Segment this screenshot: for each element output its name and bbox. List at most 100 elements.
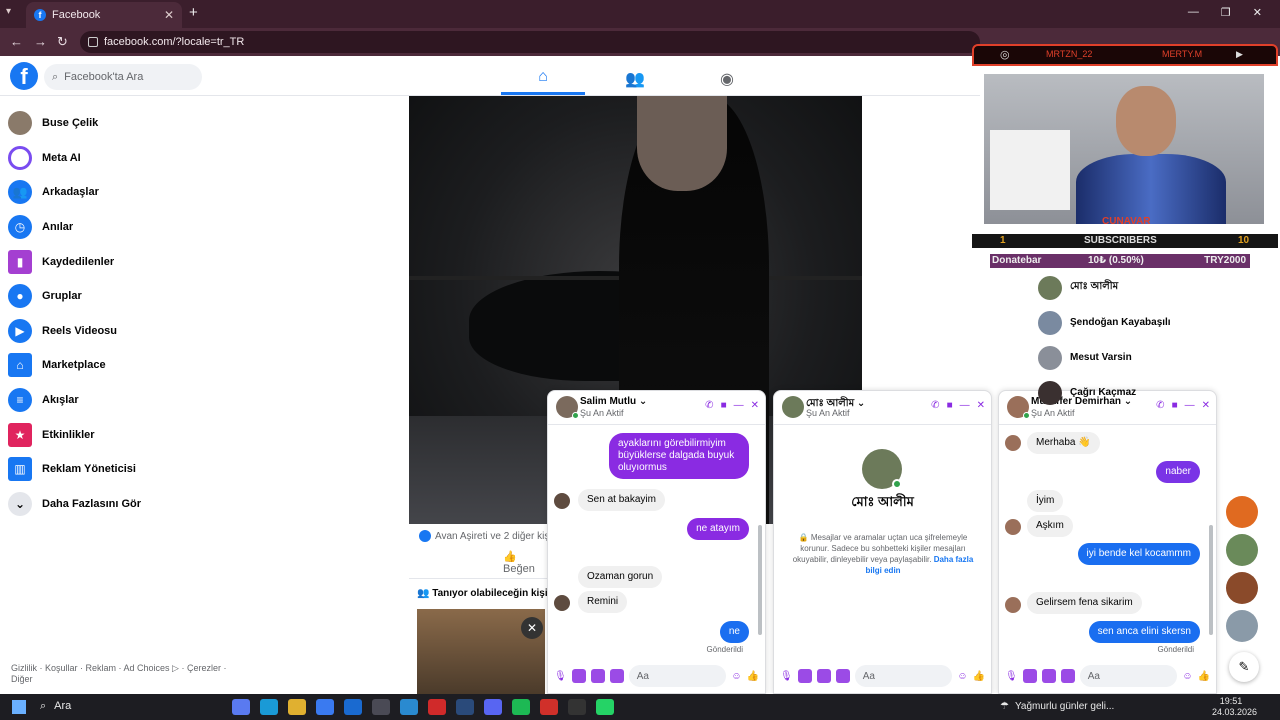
sidebar-item-memories[interactable]: ◷ Anılar <box>8 210 298 245</box>
message-input[interactable]: Aa <box>628 665 727 687</box>
sidebar-item-events[interactable]: ★ Etkinlikler <box>8 417 298 452</box>
close-window-icon[interactable]: ✕ <box>1253 6 1262 19</box>
facebook-logo-icon[interactable]: f <box>10 62 38 90</box>
sidebar-item-saved[interactable]: ▮ Kaydedilenler <box>8 244 298 279</box>
tab-search-icon[interactable]: ▾ <box>6 6 11 17</box>
minimize-icon[interactable]: — <box>1188 6 1199 19</box>
copilot-icon[interactable] <box>232 699 250 715</box>
lock-icon: 🔒 <box>798 533 811 542</box>
image-icon[interactable] <box>1022 669 1037 683</box>
steam-icon[interactable] <box>456 699 474 715</box>
sidebar-item-marketplace[interactable]: ⌂ Marketplace <box>8 348 298 383</box>
sidebar-item-reels[interactable]: ▶ Reels Videosu <box>8 314 298 349</box>
back-icon[interactable]: ← <box>10 34 23 49</box>
scrollbar[interactable] <box>758 525 762 635</box>
sidebar-item-see-more[interactable]: ⌄ Daha Fazlasını Gör <box>8 487 298 522</box>
file-explorer-icon[interactable] <box>288 699 306 715</box>
chat-head-bubble[interactable] <box>1226 610 1258 642</box>
outlook-icon[interactable] <box>344 699 362 715</box>
gif-icon[interactable] <box>1060 669 1075 683</box>
emoji-icon[interactable]: ☺ <box>1182 671 1192 682</box>
message-input[interactable]: Aa <box>1079 665 1178 687</box>
close-tab-icon[interactable]: ✕ <box>164 8 174 22</box>
image-icon[interactable] <box>571 669 586 683</box>
emoji-icon[interactable]: ☺ <box>957 671 967 682</box>
nav-home-icon[interactable]: ⌂ <box>501 62 585 95</box>
nav-groups-icon[interactable]: ◉ <box>685 62 769 95</box>
chat-head-bubble[interactable] <box>1226 572 1258 604</box>
phone-icon[interactable]: ✆ <box>705 400 713 411</box>
avatar <box>1005 519 1021 535</box>
chat-contact-name[interactable]: Salim Mutlu ⌄ <box>580 396 647 407</box>
contact-item[interactable]: Şendoğan Kayabaşılı <box>1038 305 1238 340</box>
edge-icon[interactable] <box>260 699 278 715</box>
url-field[interactable]: facebook.com/?locale=tr_TR <box>80 31 980 53</box>
browser-tab[interactable]: f Facebook ✕ <box>26 2 182 28</box>
sidebar-item-groups[interactable]: ● Gruplar <box>8 279 298 314</box>
emoji-icon[interactable]: ☺ <box>731 671 741 682</box>
chat-head-bubble[interactable] <box>1226 496 1258 528</box>
sidebar-item-ads-manager[interactable]: ▥ Reklam Yöneticisi <box>8 452 298 487</box>
new-tab-button[interactable]: + <box>189 4 198 21</box>
discord-icon[interactable] <box>484 699 502 715</box>
close-chat-icon[interactable]: ✕ <box>751 400 759 411</box>
like-button[interactable]: 👍 Beğen <box>503 550 549 575</box>
sticker-icon[interactable] <box>816 669 831 683</box>
minimize-chat-icon[interactable]: — <box>734 400 744 411</box>
sidebar-item-profile[interactable]: Buse Çelik <box>8 106 298 141</box>
message-input[interactable]: Aa <box>854 665 953 687</box>
thumbs-up-icon[interactable]: 👍 <box>747 671 759 682</box>
forward-icon[interactable]: → <box>34 34 47 49</box>
reaction-summary[interactable]: Avan Aşireti ve 2 diğer kişi <box>419 530 552 542</box>
chat-header[interactable]: Salim Mutlu ⌄ Şu An Aktif ✆ ■ — ✕ <box>548 391 765 425</box>
contact-item[interactable]: Çağrı Kaçmaz <box>1038 375 1238 410</box>
search-input[interactable]: ⌕ Facebook'ta Ara <box>44 64 202 90</box>
contact-item[interactable]: মোঃ আলীম <box>1038 270 1238 305</box>
avatar[interactable] <box>862 449 902 489</box>
mic-icon[interactable]: 🎙 <box>780 671 793 682</box>
gif-icon[interactable] <box>609 669 624 683</box>
video-icon[interactable]: ■ <box>721 400 727 411</box>
sticker-icon[interactable] <box>590 669 605 683</box>
security-icon[interactable] <box>372 699 390 715</box>
whatsapp-icon[interactable] <box>596 699 614 715</box>
chrome-icon[interactable] <box>540 699 558 715</box>
site-info-icon[interactable] <box>88 37 98 47</box>
sidebar-item-meta-ai[interactable]: Meta AI <box>8 141 298 176</box>
store-icon[interactable] <box>316 699 334 715</box>
opera-icon[interactable] <box>428 699 446 715</box>
sticker-icon[interactable] <box>1041 669 1056 683</box>
gif-icon[interactable] <box>835 669 850 683</box>
phone-icon[interactable]: ✆ <box>931 400 939 411</box>
mic-icon[interactable]: 🎙 <box>554 671 567 682</box>
minimize-chat-icon[interactable]: — <box>960 400 970 411</box>
chat-head-bubble[interactable] <box>1226 534 1258 566</box>
taskbar-search[interactable]: ⌕ Ara <box>40 700 71 713</box>
obs-icon[interactable] <box>568 699 586 715</box>
nav-friends-icon[interactable]: 👥 <box>593 62 677 95</box>
sidebar-item-feeds[interactable]: ≡ Akışlar <box>8 383 298 418</box>
sidebar-item-friends[interactable]: 👥 Arkadaşlar <box>8 175 298 210</box>
spotify-icon[interactable] <box>512 699 530 715</box>
reload-icon[interactable]: ↻ <box>57 34 68 50</box>
mic-icon[interactable]: 🎙 <box>1005 671 1018 682</box>
image-icon[interactable] <box>797 669 812 683</box>
photos-icon[interactable] <box>400 699 418 715</box>
scrollbar[interactable] <box>1209 525 1213 635</box>
close-chat-icon[interactable]: ✕ <box>977 400 985 411</box>
clock[interactable]: 19:51 24.03.2026 <box>1212 696 1257 718</box>
clock-time: 19:51 <box>1219 696 1243 706</box>
chat-header[interactable]: মোঃ আলীম ⌄ Şu An Aktif ✆ ■ — ✕ <box>774 391 991 425</box>
video-icon[interactable]: ■ <box>947 400 953 411</box>
contact-item[interactable]: Mesut Varsin <box>1038 340 1238 375</box>
weather-widget[interactable]: ☂ Yağmurlu günler geli... <box>1000 701 1114 712</box>
footer-links[interactable]: Gizlilik · Koşullar · Reklam · Ad Choice… <box>11 663 241 685</box>
new-message-icon[interactable]: ✎ <box>1229 652 1259 682</box>
message-outgoing: sen anca elini skersn <box>1088 621 1200 643</box>
thumbs-up-icon[interactable]: 👍 <box>1198 671 1210 682</box>
windows-start-icon[interactable] <box>12 700 26 714</box>
suggested-person-photo[interactable]: ✕ <box>417 609 545 695</box>
thumbs-up-icon[interactable]: 👍 <box>973 671 985 682</box>
close-icon[interactable]: ✕ <box>521 617 543 639</box>
restore-icon[interactable]: ❐ <box>1221 6 1231 19</box>
